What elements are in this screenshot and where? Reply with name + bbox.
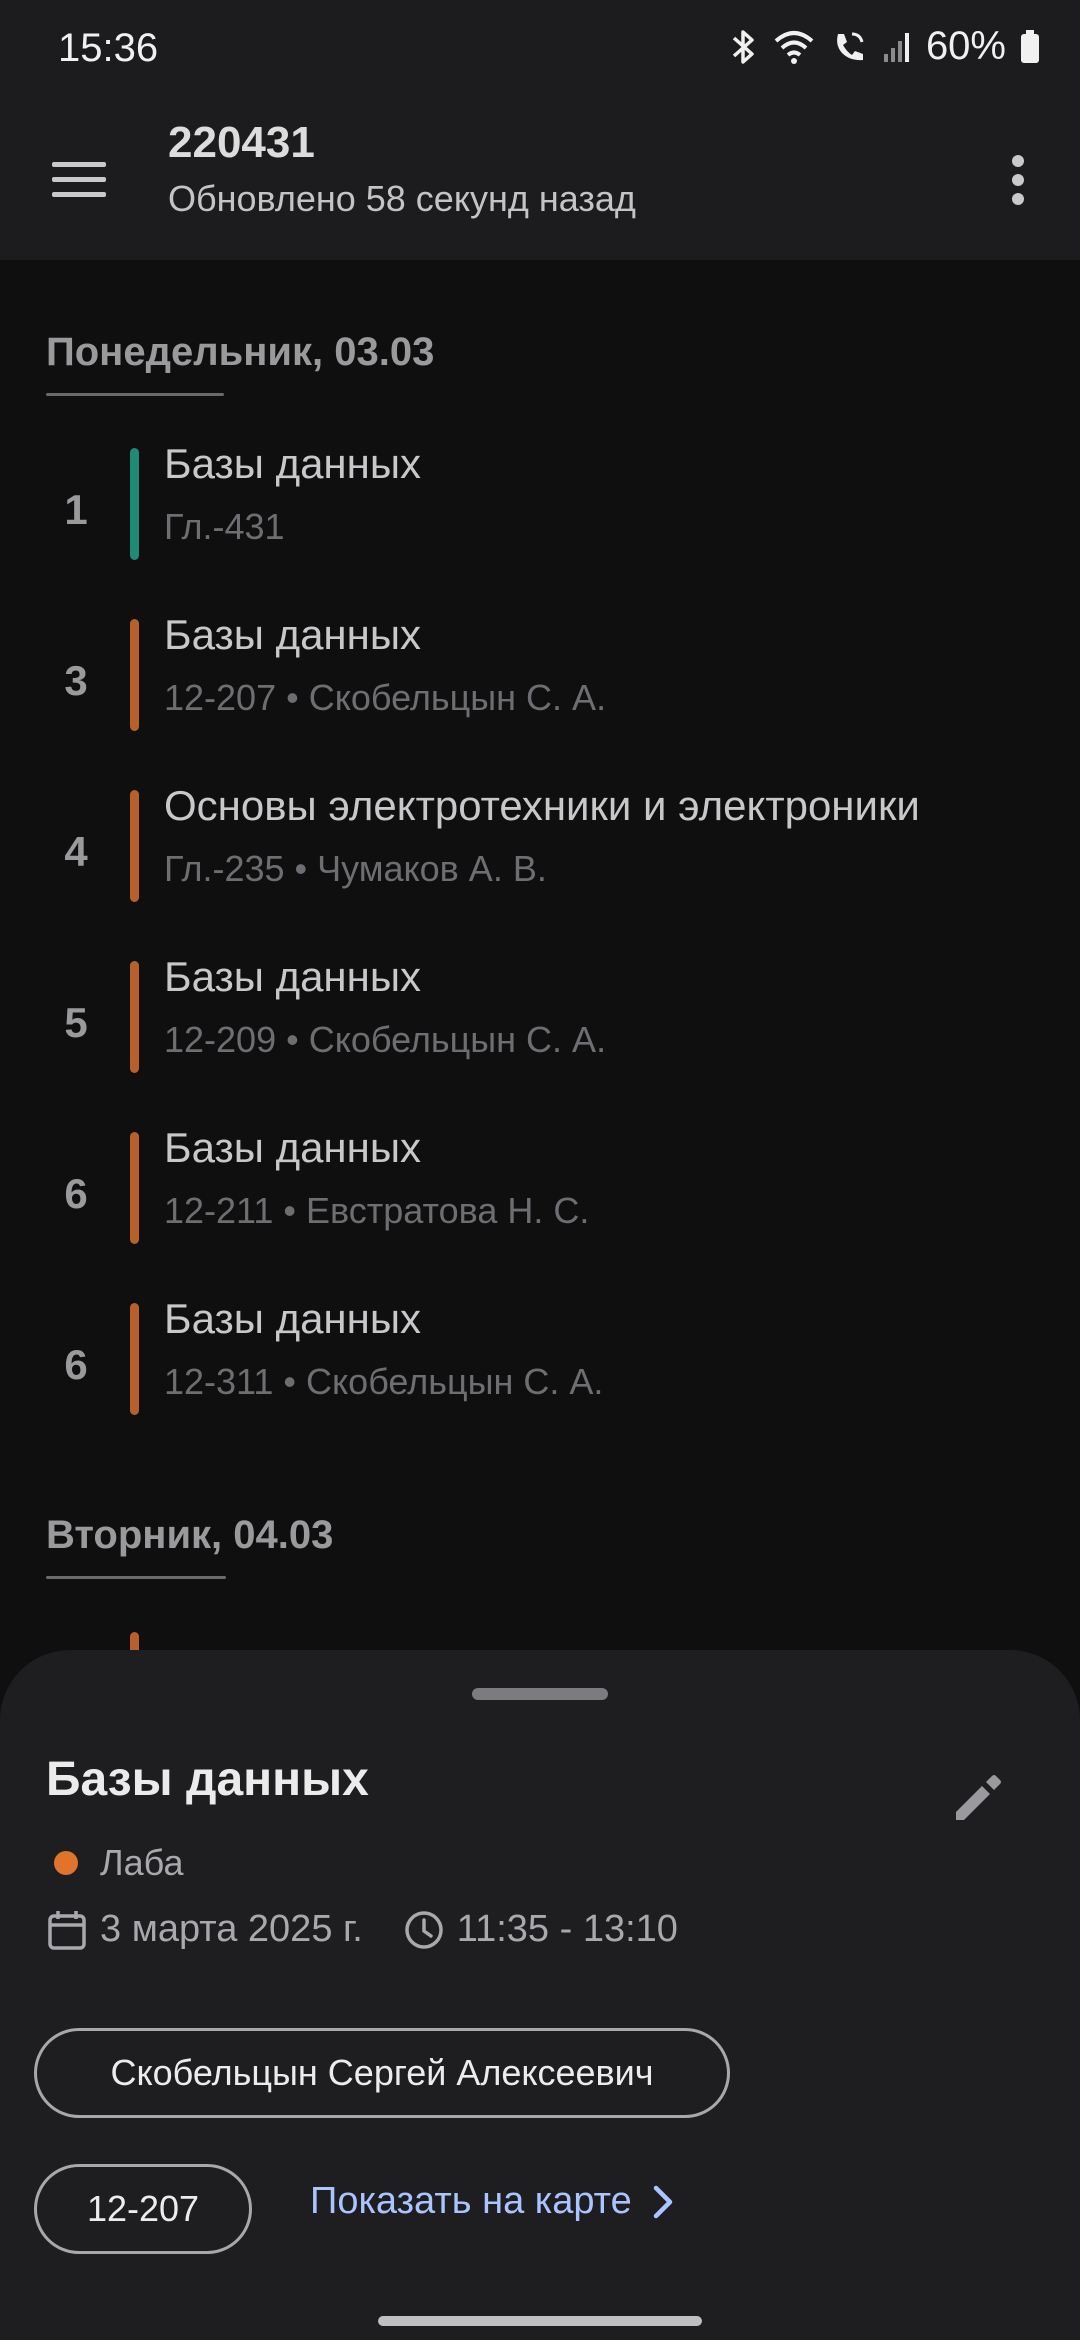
status-icons: 60%	[728, 24, 1040, 69]
lesson-type-bar	[130, 790, 139, 902]
lesson-number: 6	[64, 1341, 88, 1388]
lesson-details-title: Базы данных	[46, 1753, 369, 1806]
lesson-item[interactable]: 5 Базы данных 12-209 • Скобельцын С. А.	[0, 953, 1080, 1111]
lesson-title: Базы данных	[164, 611, 422, 658]
lesson-title: Базы данных	[164, 1295, 422, 1342]
clock-icon	[405, 1910, 443, 1949]
lesson-item[interactable]: 4 Основы электротехники и электроники Гл…	[0, 782, 1080, 940]
lesson-type-bar	[130, 1303, 139, 1415]
battery-percent: 60%	[925, 24, 1006, 68]
lesson-type: Лаба	[54, 1842, 183, 1884]
wifi-call-icon	[837, 32, 864, 60]
lesson-meta: 12-311 • Скобельцын С. А.	[164, 1361, 604, 1402]
lesson-number: 1	[64, 486, 88, 533]
show-on-map-link[interactable]: Показать на карте	[310, 2180, 674, 2223]
day-header-underline	[46, 1576, 226, 1579]
lesson-meta: 12-209 • Скобельцын С. А.	[164, 1019, 607, 1060]
day-header: Понедельник, 03.03	[46, 330, 435, 374]
lesson-item[interactable]: 1 Базы данных Гл.-431	[0, 440, 1080, 598]
lesson-type-bar	[130, 619, 139, 731]
lesson-title: Базы данных	[164, 1124, 422, 1171]
lesson-number: 6	[64, 1170, 88, 1217]
schedule-list[interactable]: Понедельник, 03.03 1 Базы данных Гл.-431…	[0, 260, 1080, 1660]
lesson-item[interactable]: 3 Базы данных 12-207 • Скобельцын С. А.	[0, 611, 1080, 769]
lesson-type-bar	[130, 1132, 139, 1244]
status-time: 15:36	[58, 26, 159, 70]
lesson-meta: Гл.-431	[164, 506, 285, 547]
lesson-datetime: 3 марта 2025 г. 11:35 - 13:10	[46, 1908, 678, 1951]
group-title: 220431	[168, 118, 315, 167]
lesson-meta: Гл.-235 • Чумаков А. В.	[164, 848, 547, 889]
lesson-number: 3	[64, 657, 88, 704]
drag-handle[interactable]	[472, 1688, 608, 1700]
gesture-nav-bar[interactable]	[378, 2316, 702, 2326]
more-options-button[interactable]	[986, 140, 1050, 220]
last-updated-text: Обновлено 58 секунд назад	[168, 178, 636, 219]
show-on-map-label: Показать на карте	[310, 2180, 632, 2222]
room-chip[interactable]: 12-207	[34, 2164, 252, 2254]
lesson-number: 5	[64, 999, 88, 1046]
hamburger-menu-icon	[52, 162, 106, 197]
teacher-chip[interactable]: Скобельцын Сергей Алексеевич	[34, 2028, 730, 2118]
calendar-icon	[48, 1910, 86, 1950]
chevron-right-icon	[653, 2185, 673, 2218]
lesson-meta: 12-211 • Евстратова Н. С.	[164, 1190, 590, 1231]
app-bar: 220431 Обновлено 58 секунд назад	[0, 100, 1080, 260]
menu-button[interactable]	[40, 144, 118, 216]
lesson-time: 11:35 - 13:10	[456, 1908, 678, 1950]
pencil-icon	[956, 1775, 1001, 1820]
lesson-title: Основы электротехники и электроники	[164, 782, 920, 829]
lesson-type-bar	[130, 961, 139, 1073]
day-header: Вторник, 04.03	[46, 1513, 334, 1557]
lesson-meta: 12-207 • Скобельцын С. А.	[164, 677, 607, 718]
wifi-icon	[774, 30, 814, 64]
lesson-title: Базы данных	[164, 953, 422, 1000]
status-bar: 15:36 60%	[0, 0, 1080, 100]
edit-button[interactable]	[942, 1762, 1014, 1834]
battery-icon	[1021, 29, 1039, 63]
lesson-item[interactable]: 6 Базы данных 12-311 • Скобельцын С. А.	[0, 1295, 1080, 1453]
lesson-details-sheet: Базы данных Лаба 3 марта 2025 г. 11:35 -…	[0, 1650, 1080, 2340]
lesson-item[interactable]: 6 Базы данных 12-211 • Евстратова Н. С.	[0, 1124, 1080, 1282]
bluetooth-icon	[732, 29, 754, 64]
lesson-title: Базы данных	[164, 440, 422, 487]
day-header-underline	[46, 393, 224, 396]
lesson-number: 4	[64, 828, 88, 875]
lesson-type-bar	[130, 448, 139, 560]
lesson-type-label: Лаба	[100, 1842, 184, 1883]
lesson-type-dot	[54, 1851, 78, 1875]
signal-icon	[883, 32, 909, 62]
more-vert-icon	[1012, 155, 1024, 205]
lesson-date: 3 марта 2025 г.	[100, 1908, 363, 1950]
